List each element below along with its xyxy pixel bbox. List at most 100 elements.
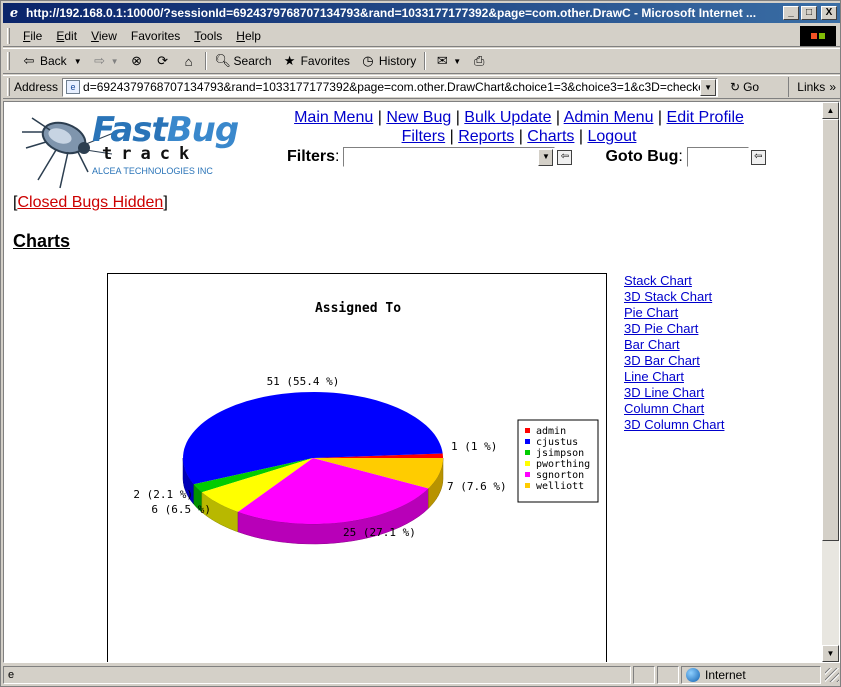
menu-file-rest: ile (30, 28, 43, 43)
menu-edit-rest: dit (64, 28, 78, 43)
history-button[interactable]: ◷ History (355, 50, 421, 72)
chart-link-3d-pie[interactable]: 3D Pie Chart (624, 321, 724, 337)
closed-bugs-toggle: [Closed Bugs Hidden] (13, 194, 168, 211)
page-icon: e (66, 80, 81, 94)
filters-select[interactable]: ▼ (343, 147, 556, 167)
refresh-icon: ⟳ (157, 53, 168, 68)
history-label: History (378, 54, 417, 68)
menu-file[interactable]: File (16, 29, 49, 43)
page-status-icon: e (8, 669, 15, 681)
back-button[interactable]: ⇦ Back ▼ (16, 50, 87, 72)
scroll-up-icon[interactable]: ▲ (822, 102, 839, 119)
pie-label-sgnorton: 25 (27.1 %) (343, 526, 416, 539)
vertical-scrollbar[interactable]: ▲ ▼ (822, 102, 839, 662)
logo-company: ALCEA TECHNOLOGIES INC (92, 166, 213, 176)
browser-window: e http://192.168.0.1:10000/?sessionId=69… (0, 0, 841, 687)
back-label: Back (40, 54, 67, 68)
mail-dropdown-icon[interactable]: ▼ (453, 57, 461, 66)
chart-link-3d-line[interactable]: 3D Line Chart (624, 385, 724, 401)
pie-chart: Assigned To 1 (1 %) 51 (55.4 %) 2 (2.1 %) 6 … (133, 301, 599, 545)
legend-label-cjustus: cjustus (536, 437, 578, 448)
resize-grip[interactable] (825, 668, 839, 682)
print-button[interactable]: ⎙ (466, 50, 492, 72)
goto-go-icon[interactable]: ⇦ (750, 149, 766, 165)
pie-label-admin: 1 (1 %) (451, 440, 497, 453)
scroll-down-icon[interactable]: ▼ (822, 645, 839, 662)
nav-new-bug[interactable]: New Bug (386, 109, 451, 126)
nav-bulk-update[interactable]: Bulk Update (464, 109, 551, 126)
links-label: Links (797, 80, 826, 94)
nav-filters[interactable]: Filters (402, 128, 446, 145)
nav-admin-menu[interactable]: Admin Menu (564, 109, 654, 126)
menu-bar: File Edit View Favorites Tools Help (3, 25, 840, 47)
back-arrow-icon: ⇦ (23, 53, 35, 68)
filters-go-icon[interactable]: ⇦ (557, 149, 573, 165)
chart-link-column[interactable]: Column Chart (624, 401, 724, 417)
title-bar[interactable]: e http://192.168.0.1:10000/?sessionId=69… (3, 3, 840, 23)
pie-label-cjustus: 51 (55.4 %) (267, 375, 340, 388)
search-icon: 🔍︎ (214, 53, 232, 68)
fastbug-logo: FastBug track ALCEA TECHNOLOGIES INC (16, 110, 239, 190)
forward-button[interactable]: ⇨ ▼ (87, 50, 124, 72)
chart-link-3d-column[interactable]: 3D Column Chart (624, 417, 724, 433)
search-button[interactable]: 🔍︎ Search (210, 50, 277, 72)
address-bar: Address e d=6924379768707134793&rand=103… (3, 75, 840, 99)
scroll-thumb[interactable] (822, 119, 839, 541)
closed-bugs-link[interactable]: Closed Bugs Hidden (17, 194, 163, 211)
chart-link-stack[interactable]: Stack Chart (624, 273, 724, 289)
chart-link-3d-bar[interactable]: 3D Bar Chart (624, 353, 724, 369)
nav-logout[interactable]: Logout (587, 128, 636, 145)
legend-label-admin: admin (536, 426, 566, 437)
chart-link-line[interactable]: Line Chart (624, 369, 724, 385)
menubar-grip[interactable] (7, 27, 10, 44)
address-dropdown-icon[interactable]: ▼ (700, 78, 717, 96)
chart-link-pie[interactable]: Pie Chart (624, 305, 724, 321)
nav-reports[interactable]: Reports (458, 128, 514, 145)
links-button[interactable]: Links » (788, 77, 840, 97)
filters-row: Filters: ▼ ⇦ Goto Bug: ⇦ (287, 147, 766, 167)
toolbar-grip[interactable] (7, 52, 10, 70)
menu-edit[interactable]: Edit (49, 29, 84, 43)
menu-view[interactable]: View (84, 29, 124, 43)
search-label: Search (233, 54, 272, 68)
maximize-button[interactable]: □ (801, 6, 817, 20)
nav-edit-profile[interactable]: Edit Profile (667, 109, 744, 126)
pie-label-jsimpson: 2 (2.1 %) (133, 488, 193, 501)
go-button[interactable]: ↻ Go (724, 80, 765, 94)
refresh-button[interactable]: ⟳ (150, 50, 176, 72)
favorites-button[interactable]: ★ Favorites (277, 50, 355, 72)
nav-sep: | (449, 128, 454, 145)
nav-sep: | (657, 109, 663, 126)
favorites-folder-icon: ★ (283, 53, 296, 68)
menu-tools[interactable]: Tools (187, 29, 229, 43)
address-input[interactable]: e d=6924379768707134793&rand=10331771773… (62, 77, 719, 97)
addressbar-grip[interactable] (7, 78, 10, 96)
goto-colon: : (678, 148, 683, 165)
filters-dropdown-icon[interactable]: ▼ (538, 149, 554, 166)
goto-bug-input[interactable] (686, 147, 749, 167)
nav-main-menu[interactable]: Main Menu (294, 109, 373, 126)
standard-toolbar: ⇦ Back ▼ ⇨ ▼ ⊗ ⟳ ⌂ 🔍︎ Search ★ Favorites… (3, 48, 840, 74)
mail-button[interactable]: ✉ ▼ (429, 50, 466, 72)
pie-label-welliott: 7 (7.6 %) (447, 480, 507, 493)
page-viewport[interactable]: FastBug track ALCEA TECHNOLOGIES INC Mai… (3, 101, 840, 663)
menu-help[interactable]: Help (229, 29, 268, 43)
pie-top (183, 392, 443, 524)
status-text-cell: e (3, 666, 631, 684)
close-button[interactable]: X (821, 6, 837, 20)
chart-frame: Assigned To 1 (1 %) 51 (55.4 %) 2 (2.1 %) 6 … (107, 273, 607, 662)
back-dropdown-icon[interactable]: ▼ (74, 57, 82, 66)
go-arrow-icon: ↻ (730, 80, 741, 94)
menu-favorites[interactable]: Favorites (124, 29, 187, 43)
go-label: Go (743, 80, 760, 94)
nav-charts[interactable]: Charts (527, 128, 574, 145)
address-url[interactable]: d=6924379768707134793&rand=1033177177392… (83, 80, 700, 94)
chart-link-bar[interactable]: Bar Chart (624, 337, 724, 353)
forward-dropdown-icon[interactable]: ▼ (111, 57, 119, 66)
stop-button[interactable]: ⊗ (124, 50, 150, 72)
home-button[interactable]: ⌂ (176, 50, 202, 72)
minimize-button[interactable]: _ (783, 6, 799, 20)
chart-link-3d-stack[interactable]: 3D Stack Chart (624, 289, 724, 305)
menu-favorites-rest: avorites (138, 28, 181, 43)
logo-track: track (102, 144, 199, 164)
